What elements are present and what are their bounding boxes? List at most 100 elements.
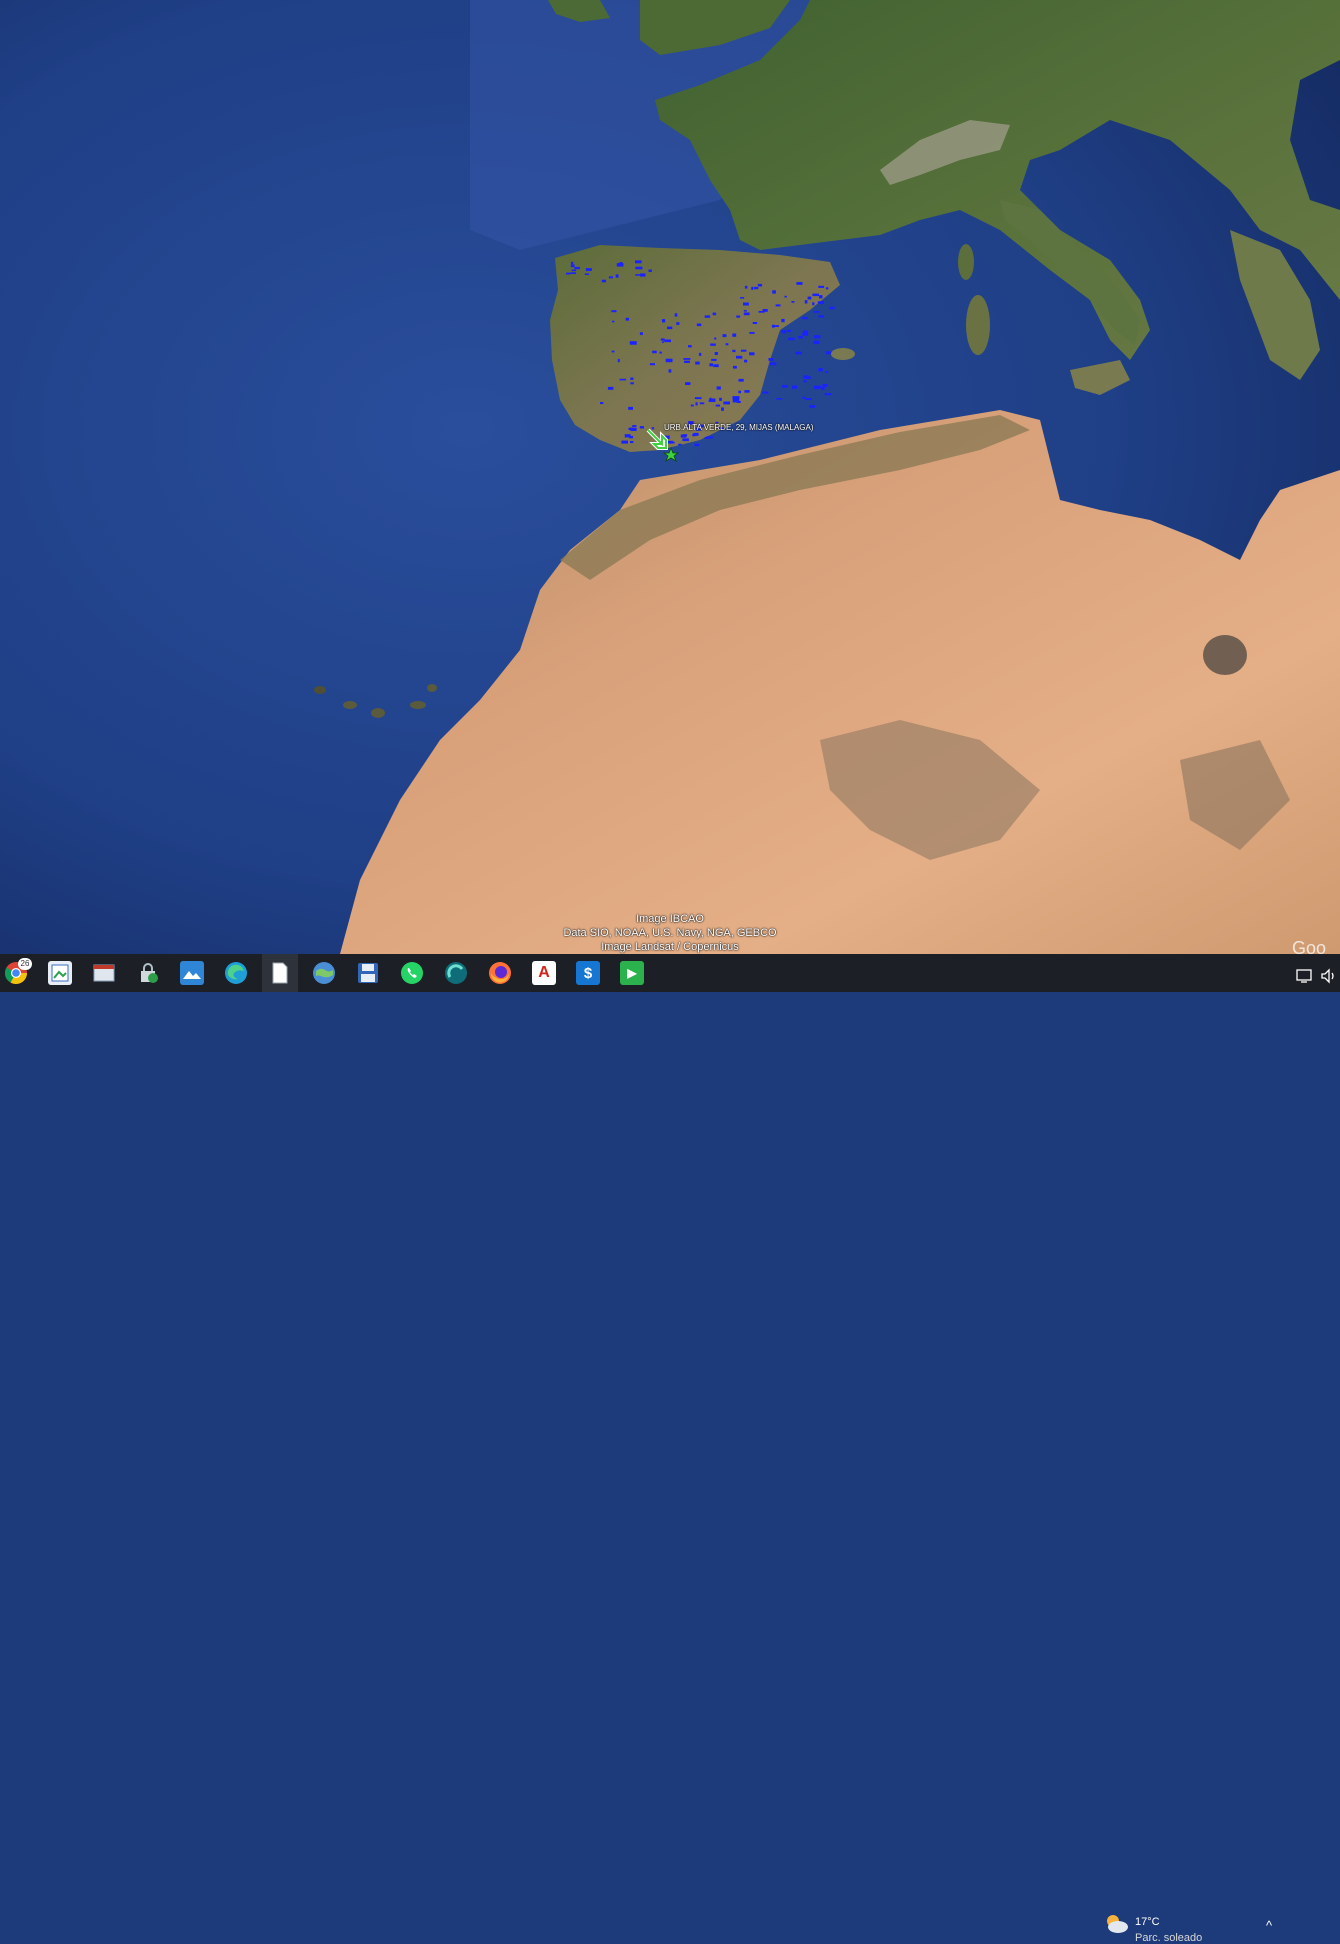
placemark-marker [639,332,643,335]
placemark-marker [813,311,820,313]
placemark-marker [690,404,694,407]
placemark-marker [652,350,657,354]
firefox-icon[interactable] [488,961,512,985]
placemark-marker [694,443,700,447]
document-icon[interactable] [268,961,292,985]
signal-app-icon[interactable] [444,961,468,985]
tray-chevron-icon[interactable]: ^ [1266,1918,1272,1933]
placemark-label[interactable]: URB.ALTA VERDE, 29, MIJAS (MALAGA) [664,423,814,432]
placemark-marker [738,390,741,394]
volume-icon[interactable] [1320,968,1338,989]
canary-island [410,701,426,709]
placemark-marker [723,401,730,405]
placemark-marker [699,402,705,405]
placemark-marker [732,333,737,337]
placemark-marker [704,315,711,318]
google-earth-icon[interactable] [312,961,336,985]
placemark-marker [824,393,832,396]
media-player-icon[interactable]: ▶ [620,961,644,985]
placemark-marker [776,398,783,400]
placemark-marker [749,332,755,334]
acrobat-icon[interactable]: A [532,961,556,985]
placemark-marker [771,324,775,328]
placemark-marker [829,306,835,310]
window-app-icon[interactable] [92,961,116,985]
placemark-marker [635,266,643,270]
placemark-marker [805,398,812,400]
photo-viewer-icon[interactable] [48,961,72,985]
security-app-icon[interactable] [136,961,160,985]
placemark-marker [660,338,665,341]
placemark-marker [716,386,721,390]
placemark-marker [744,285,748,289]
placemark-marker [662,341,664,343]
edge-icon[interactable] [224,961,248,985]
chrome-badge: 26 [18,958,32,970]
placemark-marker [570,264,575,268]
placemark-marker [624,434,631,438]
map-view[interactable]: URB.ALTA VERDE, 29, MIJAS (MALAGA) Image… [0,0,1340,954]
placemark-marker [802,317,808,320]
placemark-marker [629,341,637,345]
gallery-icon[interactable] [180,961,204,985]
placemark-marker [584,273,590,275]
dollar-app-icon[interactable]: $ [576,961,600,985]
placemark-marker [770,362,777,366]
placemark-marker [662,319,666,323]
save-disk-icon[interactable] [356,961,380,985]
placemark-marker [818,315,824,318]
placemark-marker [803,375,809,378]
attribution-line-2: Data SIO, NOAA, U.S. Navy, NGA, GEBCO [563,927,777,939]
balearic-islands [831,348,855,360]
weather-temperature[interactable]: 17°C [1135,1916,1160,1928]
placemark-marker [825,371,829,373]
placemark-marker [822,384,828,387]
placemark-marker [732,349,736,353]
placemark-marker [571,261,574,265]
placemark-marker [659,351,662,354]
placemark-marker [775,325,779,327]
placemark-marker [711,358,717,361]
placemark-marker [628,427,634,430]
placemark-marker [674,313,678,317]
placemark-marker [721,407,724,411]
placemark-marker [782,385,788,388]
placemark-marker [722,334,727,338]
placemark-marker [733,365,737,369]
placemark-marker [732,399,740,403]
placemark-marker [817,301,824,304]
placemark-marker [630,377,634,380]
placemark-marker [625,317,629,321]
placemark-marker [714,337,717,340]
attribution-line-3: Image Landsat / Copernicus [601,941,739,953]
placemark-marker [600,402,604,404]
canary-island [343,701,357,709]
placemark-marker [743,310,747,312]
placemark-marker [802,396,806,399]
placemark-marker [740,349,747,352]
placemark-marker [607,386,614,390]
placemark-marker [709,398,716,402]
placemark-marker [736,315,741,318]
placemark-marker [665,358,673,363]
weather-description[interactable]: Parc. soleado [1135,1932,1202,1944]
placemark-marker [753,286,759,290]
placemark-marker [712,312,717,316]
placemark-marker [635,260,642,264]
partly-sunny-icon[interactable] [1102,1910,1130,1943]
placemark-marker [668,369,672,373]
placemark-marker [751,286,754,290]
placemark-marker [651,427,655,430]
placemark-marker [683,358,691,360]
placemark-marker [585,268,592,271]
satellite-imagery [0,0,1340,954]
placemark-marker [611,350,615,353]
placemark-marker [818,285,825,288]
whatsapp-icon[interactable] [400,961,424,985]
placemark-marker [788,337,795,341]
placemark-marker [825,287,829,290]
placemark-marker [664,339,671,343]
placemark-marker [809,405,815,408]
placemark-marker [615,274,619,278]
network-icon[interactable] [1296,968,1314,989]
